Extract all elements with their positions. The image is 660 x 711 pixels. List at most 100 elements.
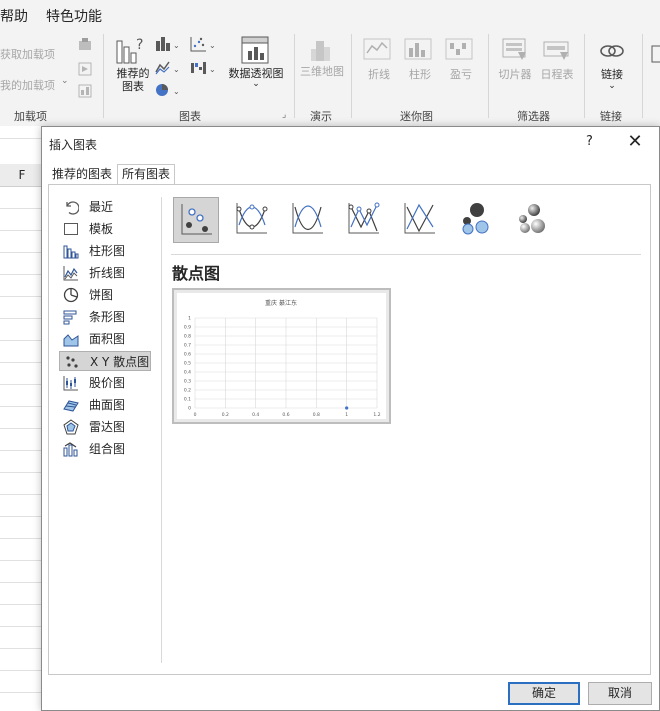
link-icon xyxy=(600,45,624,57)
row-gridline xyxy=(0,406,44,407)
category-label: 柱形图 xyxy=(89,244,126,258)
sparkline-line-button[interactable]: 折线 xyxy=(363,38,395,82)
insert-waterfall-chart-icon[interactable]: ⌄ xyxy=(190,60,218,76)
filters-group-label: 筛选器 xyxy=(517,110,550,123)
my-addins-dropdown-icon[interactable]: ⌄ xyxy=(61,76,69,86)
help-button[interactable]: ? xyxy=(586,134,593,149)
insert-column-chart-icon[interactable]: ⌄ xyxy=(155,36,181,52)
recent-icon xyxy=(63,199,79,215)
visio-icon[interactable] xyxy=(78,62,92,76)
chart-preview[interactable]: 重庆 綦江东 0 0.1 0.2 0.3 0.4 0.5 0.6 0.7 0.8 0.9 1 0 0.… xyxy=(172,288,391,424)
category-pie-chart[interactable]: 饼图 xyxy=(59,285,151,305)
subtype-bubble[interactable] xyxy=(453,197,499,243)
subtype-scatter[interactable] xyxy=(173,197,219,243)
timeline-button[interactable]: 日程表 xyxy=(538,38,576,82)
tab-recommended-charts[interactable]: 推荐的图表 xyxy=(48,165,116,184)
preview-gridlines xyxy=(194,317,378,409)
recommended-charts-button[interactable]: ? 推荐的图表 xyxy=(112,35,154,93)
template-icon xyxy=(63,221,79,237)
category-bar-chart[interactable]: 条形图 xyxy=(59,307,151,327)
subtype-bubble-3d[interactable] xyxy=(509,197,555,243)
group-divider xyxy=(488,34,489,118)
subtype-divider xyxy=(171,254,641,255)
row-gridline xyxy=(0,516,44,517)
subtype-scatter-smooth[interactable] xyxy=(285,197,331,243)
sparkline-winloss-button[interactable]: 盈亏 xyxy=(445,38,477,82)
category-area-chart[interactable]: 面积图 xyxy=(59,329,151,349)
charts-dialog-launcher-icon[interactable]: ⌟ xyxy=(282,110,286,120)
cancel-button[interactable]: 取消 xyxy=(588,682,652,705)
menu-special-features[interactable]: 特色功能 xyxy=(46,6,102,26)
category-surface-chart[interactable]: 曲面图 xyxy=(59,395,151,415)
combo-chart-icon xyxy=(63,441,79,457)
row-gridline xyxy=(0,208,44,209)
category-line-chart[interactable]: 折线图 xyxy=(59,263,151,283)
addins-group-label: 加载项 xyxy=(14,110,47,123)
ribbon: 获取加载项 我的加载项 ⌄ 加载项 ? 推荐的图表 ⌄ ⌄ ⌄ ⌄ ⌄ 数据透视… xyxy=(0,30,660,126)
menu-help[interactable]: 帮助 xyxy=(0,6,28,26)
people-graph-icon[interactable] xyxy=(78,84,92,98)
timeline-label: 日程表 xyxy=(540,68,574,81)
bubble-subtype-icon xyxy=(462,203,489,235)
preview-y-tick-label: 0.1 xyxy=(184,397,191,403)
category-label: X Y 散点图 xyxy=(90,355,150,369)
slicer-button[interactable]: 切片器 xyxy=(496,38,534,82)
slicer-label: 切片器 xyxy=(498,68,532,81)
insert-line-chart-icon[interactable]: ⌄ xyxy=(155,60,181,76)
worksheet[interactable] xyxy=(0,126,44,711)
addin-store-icon[interactable] xyxy=(78,38,92,52)
category-stock-chart[interactable]: 股价图 xyxy=(59,373,151,393)
category-radar-chart[interactable]: 雷达图 xyxy=(59,417,151,437)
scatter-straight-icon xyxy=(404,203,435,234)
svg-text:⌄: ⌄ xyxy=(173,65,180,74)
get-addins-button[interactable]: 获取加载项 xyxy=(0,46,55,62)
insert-scatter-chart-icon[interactable]: ⌄ xyxy=(190,36,218,52)
category-label: 饼图 xyxy=(89,288,114,302)
row-gridline xyxy=(0,648,44,649)
category-template[interactable]: 模板 xyxy=(59,219,151,239)
sparkline-column-button[interactable]: 柱形 xyxy=(404,38,436,82)
row-gridline xyxy=(0,296,44,297)
subtype-scatter-straight-markers[interactable] xyxy=(341,197,387,243)
link-label: 链接 xyxy=(601,68,623,81)
preview-chart-title: 重庆 綦江东 xyxy=(265,299,297,307)
ok-button[interactable]: 确定 xyxy=(508,682,580,705)
category-scatter-chart[interactable]: X Y 散点图 xyxy=(59,351,151,371)
comment-icon[interactable] xyxy=(650,44,660,66)
bar-chart-icon xyxy=(63,309,79,325)
scatter-subtype-icon xyxy=(181,204,212,235)
column-header-f[interactable]: F xyxy=(0,164,44,187)
row-gridline xyxy=(0,604,44,605)
preview-y-tick-label: 1 xyxy=(188,316,191,322)
preview-y-tick-label: 0 xyxy=(188,406,191,412)
category-combo-chart[interactable]: 组合图 xyxy=(59,439,151,459)
preview-y-tick-label: 0.6 xyxy=(184,352,191,358)
row-gridline xyxy=(0,626,44,627)
insert-pie-chart-icon[interactable]: ⌄ xyxy=(155,82,181,98)
sparkline-winloss-icon xyxy=(445,38,473,60)
my-addins-button[interactable]: 我的加载项 xyxy=(0,77,55,93)
3d-map-button[interactable]: 三维地图 xyxy=(300,35,344,78)
tab-all-charts[interactable]: 所有图表 xyxy=(117,164,176,185)
preview-data-points xyxy=(345,406,349,410)
category-label: 最近 xyxy=(89,200,114,214)
sparkline-column-label: 柱形 xyxy=(409,68,431,81)
insert-link-button[interactable]: 链接 ⌄ xyxy=(594,38,630,91)
svg-text:⌄: ⌄ xyxy=(209,65,216,74)
sparkline-winloss-label: 盈亏 xyxy=(450,68,472,81)
column-chart-icon xyxy=(63,243,79,259)
row-gridline xyxy=(0,428,44,429)
subtype-scatter-straight[interactable] xyxy=(397,197,443,243)
row-gridline xyxy=(0,538,44,539)
preview-x-tick-label: 0.2 xyxy=(222,412,229,418)
close-button[interactable]: ✕ xyxy=(624,131,646,153)
row-gridline xyxy=(0,692,44,693)
category-label: 股价图 xyxy=(89,376,126,390)
subtype-scatter-smooth-markers[interactable] xyxy=(229,197,275,243)
category-recent[interactable]: 最近 xyxy=(59,197,151,217)
category-label: 曲面图 xyxy=(89,398,126,412)
category-label: 雷达图 xyxy=(89,420,126,434)
category-column-chart[interactable]: 柱形图 xyxy=(59,241,151,261)
pivot-chart-button[interactable]: 数据透视图 ⌄ xyxy=(225,35,287,89)
charts-group-label: 图表 xyxy=(179,110,201,123)
